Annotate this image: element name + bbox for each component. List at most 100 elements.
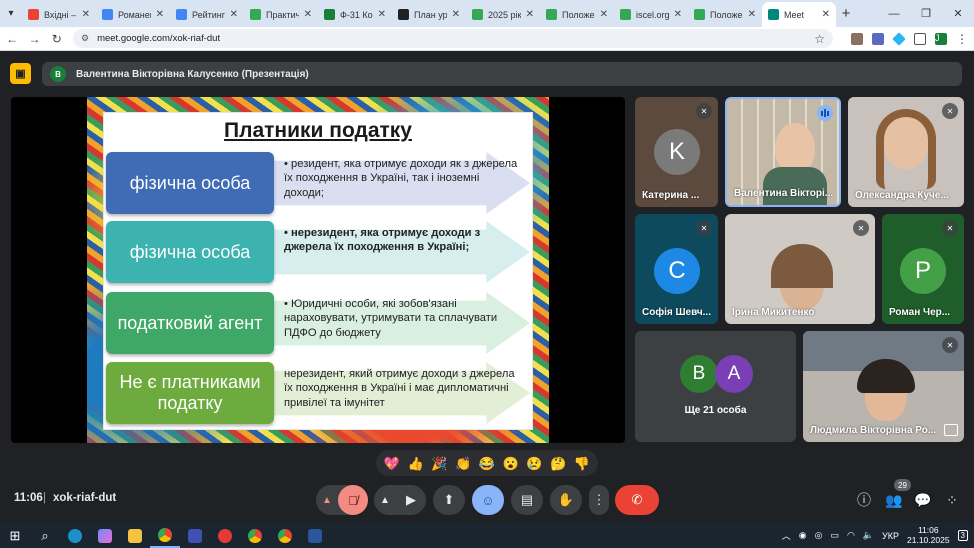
- tab-strip: ▾ Вхідні – r✕Романен✕Рейтинг✕Практичн✕Ф-…: [0, 0, 974, 27]
- participant-tile[interactable]: ✕ Олександра Куче...: [848, 97, 964, 207]
- reaction-emoji[interactable]: 👏: [455, 457, 471, 470]
- minimize-icon[interactable]: —: [878, 8, 910, 20]
- people-icon[interactable]: 👥: [884, 490, 904, 510]
- extension-icon[interactable]: [871, 32, 884, 45]
- reload-icon[interactable]: ↻: [51, 32, 63, 46]
- browser-tab[interactable]: Положен ✕: [688, 2, 762, 27]
- close-tab-icon[interactable]: ✕: [82, 9, 90, 20]
- start-icon[interactable]: ⊞: [0, 523, 30, 548]
- close-tab-icon[interactable]: ✕: [526, 9, 534, 20]
- slide-row: Не є платниками податку нерезидент, який …: [106, 362, 530, 424]
- close-tab-icon[interactable]: ✕: [822, 9, 830, 20]
- presentation-stage[interactable]: Платники податку фізична особа • резидент…: [11, 97, 625, 443]
- app-icon[interactable]: [180, 523, 210, 548]
- notification-count[interactable]: 3: [957, 530, 968, 541]
- record-icon[interactable]: ◉: [799, 530, 807, 541]
- profile-avatar[interactable]: J: [934, 32, 947, 45]
- close-tab-icon[interactable]: ✕: [230, 9, 238, 20]
- reaction-emoji[interactable]: 👎: [574, 457, 590, 470]
- participant-tile[interactable]: C ✕ Софія Шевч...: [635, 214, 718, 324]
- reaction-emoji[interactable]: 😢: [526, 457, 542, 470]
- participant-tile[interactable]: ✕ Людмила Вікторівна Ро...: [803, 331, 964, 442]
- mic-control-group: ▲ 🎙̸: [316, 485, 368, 515]
- opera-icon[interactable]: [210, 523, 240, 548]
- present-screen-button[interactable]: ⬆: [433, 485, 465, 515]
- browser-tab[interactable]: 2025 рік ✕: [466, 2, 540, 27]
- tray-chevron-icon[interactable]: ︿: [782, 529, 791, 542]
- close-tab-icon[interactable]: ✕: [600, 9, 608, 20]
- raise-hand-button[interactable]: ✋: [550, 485, 582, 515]
- browser-tab[interactable]: iscel.org.u ✕: [614, 2, 688, 27]
- tab-search-icon[interactable]: ▾: [0, 0, 22, 27]
- reaction-emoji[interactable]: 😂: [479, 457, 495, 470]
- maximize-icon[interactable]: ❐: [910, 7, 942, 20]
- copilot-icon[interactable]: [90, 523, 120, 548]
- back-icon[interactable]: ←: [6, 32, 18, 46]
- activities-icon[interactable]: ⁘: [942, 490, 962, 510]
- close-tab-icon[interactable]: ✕: [674, 9, 682, 20]
- reaction-emoji[interactable]: 💖: [384, 457, 400, 470]
- captions-button[interactable]: ▤: [511, 485, 543, 515]
- stop-presenting-icon[interactable]: ▣: [10, 63, 31, 84]
- mic-options-chevron-icon[interactable]: ▲: [316, 495, 338, 506]
- browser-tab[interactable]: План уро ✕: [392, 2, 466, 27]
- mic-off-button[interactable]: 🎙̸: [338, 485, 368, 515]
- chrome-icon[interactable]: [240, 523, 270, 548]
- wifi-icon[interactable]: ◠: [847, 530, 855, 541]
- chat-icon[interactable]: 💬: [913, 490, 933, 510]
- network-icon[interactable]: ▭: [830, 530, 839, 541]
- video-person: [775, 123, 815, 173]
- participant-tile[interactable]: P ✕ Роман Чер...: [882, 214, 964, 324]
- participant-tile[interactable]: K ✕ Катерина ...: [635, 97, 718, 207]
- browser-tab[interactable]: Вхідні – r ✕: [22, 2, 96, 27]
- extension-icon[interactable]: [850, 32, 863, 45]
- participant-name: Валентина Вікторі...: [734, 188, 834, 199]
- forward-icon[interactable]: →: [28, 32, 40, 46]
- bookmark-star-icon[interactable]: ☆: [814, 32, 825, 46]
- browser-tab[interactable]: Рейтинг ✕: [170, 2, 244, 27]
- file-explorer-icon[interactable]: [120, 523, 150, 548]
- edge-icon[interactable]: [60, 523, 90, 548]
- clock[interactable]: 11:06 21.10.2025: [907, 525, 950, 546]
- search-icon[interactable]: ⌕: [30, 523, 60, 548]
- tab-favicon-icon: [176, 9, 187, 20]
- close-tab-icon[interactable]: ✕: [304, 9, 312, 20]
- reaction-emoji[interactable]: 😮: [503, 457, 519, 470]
- reaction-emoji[interactable]: 🤔: [550, 457, 566, 470]
- puzzle-icon[interactable]: [913, 32, 926, 45]
- close-tab-icon[interactable]: ✕: [156, 9, 164, 20]
- browser-tab[interactable]: Meet ✕: [762, 2, 836, 27]
- app-tray-icon[interactable]: ◎: [815, 530, 823, 541]
- camera-options-chevron-icon[interactable]: ▲: [374, 495, 396, 506]
- extension-icon[interactable]: [892, 31, 906, 46]
- browser-tab[interactable]: Ф-31 Кон ✕: [318, 2, 392, 27]
- meeting-info-icon[interactable]: ⓘ: [854, 490, 874, 510]
- reaction-emoji[interactable]: 👍: [408, 457, 424, 470]
- others-tile[interactable]: B A Ще 21 особа: [635, 331, 796, 442]
- menu-kebab-icon[interactable]: ⋮: [956, 32, 968, 46]
- reaction-emoji[interactable]: 🎉: [431, 457, 447, 470]
- more-options-button[interactable]: ⋮: [589, 485, 609, 515]
- tab-favicon-icon: [398, 9, 409, 20]
- camera-button[interactable]: ▶︎: [396, 492, 426, 508]
- close-tab-icon[interactable]: ✕: [452, 9, 460, 20]
- site-info-icon[interactable]: ⚙: [81, 33, 89, 44]
- leave-call-button[interactable]: ✆: [615, 485, 659, 515]
- browser-tab[interactable]: Положен ✕: [540, 2, 614, 27]
- participant-tile[interactable]: Валентина Вікторі...: [725, 97, 841, 207]
- pin-frame-icon[interactable]: [944, 424, 958, 436]
- new-tab-button[interactable]: +: [836, 2, 856, 27]
- language-indicator[interactable]: УКР: [882, 531, 899, 541]
- close-window-icon[interactable]: ✕: [942, 7, 974, 20]
- close-tab-icon[interactable]: ✕: [748, 9, 756, 20]
- volume-icon[interactable]: 🔈: [863, 530, 874, 541]
- participant-tile[interactable]: ✕ Ірина Микитенко: [725, 214, 875, 324]
- close-tab-icon[interactable]: ✕: [378, 9, 386, 20]
- browser-tab[interactable]: Романен ✕: [96, 2, 170, 27]
- chrome-icon[interactable]: [270, 523, 300, 548]
- chrome-icon[interactable]: [150, 523, 180, 548]
- word-icon[interactable]: [300, 523, 330, 548]
- url-field[interactable]: ⚙ meet.google.com/xok-riaf-dut ☆: [72, 29, 833, 48]
- emoji-reactions-button[interactable]: ☺: [472, 485, 504, 515]
- browser-tab[interactable]: Практичн ✕: [244, 2, 318, 27]
